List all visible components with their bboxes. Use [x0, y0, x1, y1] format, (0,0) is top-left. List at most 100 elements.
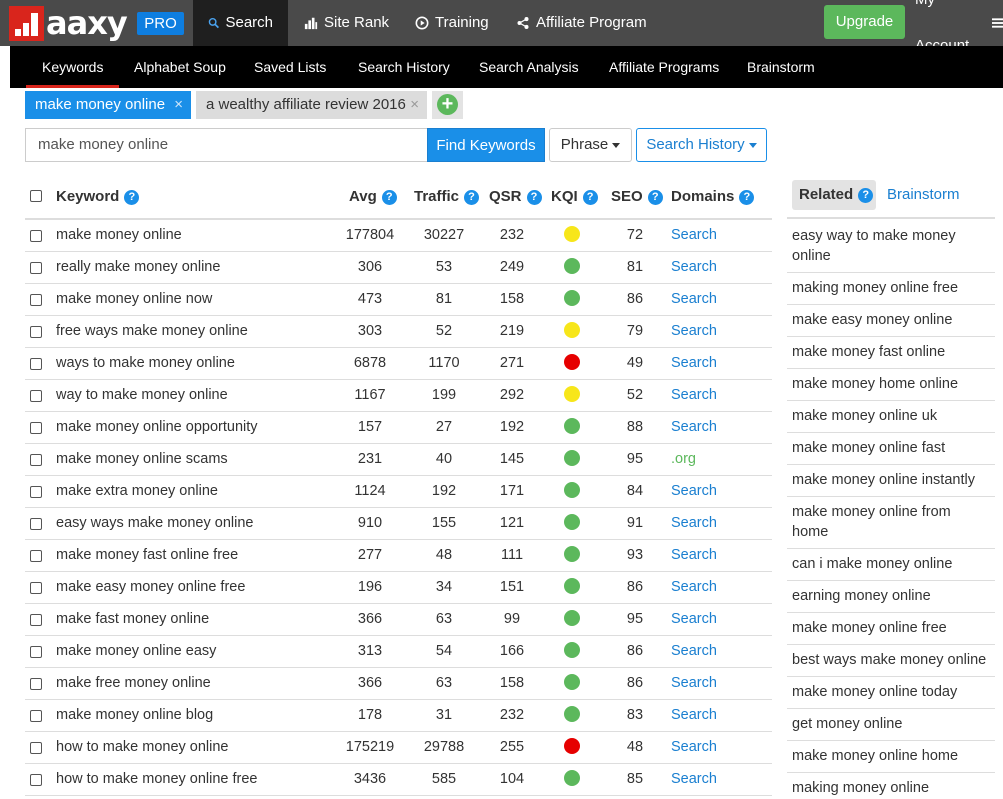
subnav-keywords[interactable]: Keywords: [26, 46, 120, 88]
table-row[interactable]: make money online blog 178 31 232 83 Search: [25, 700, 772, 732]
related-keyword-item[interactable]: earning money online: [787, 581, 995, 613]
keyword-cell[interactable]: make money online now: [56, 284, 212, 315]
row-checkbox[interactable]: [30, 550, 42, 562]
related-keyword-item[interactable]: make money home online: [787, 369, 995, 401]
keyword-cell[interactable]: make money online opportunity: [56, 412, 258, 443]
topnav-affiliate-program[interactable]: Affiliate Program: [501, 0, 662, 46]
domains-link[interactable]: Search: [671, 732, 717, 763]
keyword-search-input[interactable]: make money online: [25, 128, 428, 162]
domains-link[interactable]: Search: [671, 252, 717, 283]
domains-link[interactable]: Search: [671, 412, 717, 443]
search-history-dropdown[interactable]: Search History: [636, 128, 767, 162]
keyword-cell[interactable]: make money online blog: [56, 700, 213, 731]
row-checkbox[interactable]: [30, 614, 42, 626]
header-domains[interactable]: Domains?: [671, 176, 755, 218]
keyword-cell[interactable]: make easy money online free: [56, 572, 245, 603]
find-keywords-button[interactable]: Find Keywords: [427, 128, 545, 162]
table-row[interactable]: ways to make money online 6878 1170 271 49 Se…: [25, 348, 772, 380]
domains-link[interactable]: Search: [671, 604, 717, 635]
help-icon[interactable]: ?: [858, 187, 874, 203]
row-checkbox[interactable]: [30, 646, 42, 658]
subnav-saved-lists[interactable]: Saved Lists: [238, 46, 342, 88]
domains-link[interactable]: Search: [671, 476, 717, 507]
keyword-cell[interactable]: easy ways make money online: [56, 508, 253, 539]
header-seo[interactable]: SEO?: [611, 176, 663, 218]
related-keyword-item[interactable]: can i make money online: [787, 549, 995, 581]
table-row[interactable]: make fast money online 366 63 99 95 Search: [25, 604, 772, 636]
search-tab-active[interactable]: make money online ×: [25, 91, 191, 119]
add-tab-button[interactable]: +: [432, 91, 463, 119]
domains-link[interactable]: Search: [671, 284, 717, 315]
close-icon[interactable]: ×: [174, 91, 183, 119]
keyword-cell[interactable]: free ways make money online: [56, 316, 248, 347]
help-icon[interactable]: ?: [582, 189, 598, 205]
related-keyword-item[interactable]: make money online from home: [787, 497, 995, 549]
keyword-cell[interactable]: make money fast online free: [56, 540, 238, 571]
row-checkbox[interactable]: [30, 710, 42, 722]
subnav-search-analysis[interactable]: Search Analysis: [463, 46, 595, 88]
domains-link[interactable]: .org: [671, 444, 696, 475]
keyword-cell[interactable]: way to make money online: [56, 380, 228, 411]
related-keyword-item[interactable]: make money online today: [787, 677, 995, 709]
table-row[interactable]: make money online 177804 30227 232 72 Search: [25, 220, 772, 252]
brainstorm-tab[interactable]: Brainstorm: [887, 180, 960, 210]
row-checkbox[interactable]: [30, 390, 42, 402]
keyword-cell[interactable]: really make money online: [56, 252, 220, 283]
table-row[interactable]: how to make money online free 3436 585 104 8…: [25, 764, 772, 796]
row-checkbox[interactable]: [30, 678, 42, 690]
logo[interactable]: aaxy: [9, 5, 128, 41]
header-qsr[interactable]: QSR?: [489, 176, 542, 218]
domains-link[interactable]: Search: [671, 220, 717, 251]
table-row[interactable]: way to make money online 1167 199 292 52 Sear…: [25, 380, 772, 412]
domains-link[interactable]: Search: [671, 508, 717, 539]
phrase-dropdown[interactable]: Phrase: [549, 128, 632, 162]
table-row[interactable]: make money online easy 313 54 166 86 Search: [25, 636, 772, 668]
subnav-search-history[interactable]: Search History: [342, 46, 466, 88]
header-avg[interactable]: Avg?: [349, 176, 397, 218]
header-traffic[interactable]: Traffic?: [414, 176, 480, 218]
row-checkbox[interactable]: [30, 518, 42, 530]
row-checkbox[interactable]: [30, 774, 42, 786]
search-tab[interactable]: a wealthy affiliate review 2016 ×: [196, 91, 427, 119]
domains-link[interactable]: Search: [671, 764, 717, 795]
table-row[interactable]: make easy money online free 196 34 151 86 Sea…: [25, 572, 772, 604]
related-keyword-item[interactable]: make money online home: [787, 741, 995, 773]
related-keyword-item[interactable]: making money online free: [787, 273, 995, 305]
header-kqi[interactable]: KQI?: [551, 176, 598, 218]
keyword-cell[interactable]: how to make money online free: [56, 764, 258, 795]
domains-link[interactable]: Search: [671, 700, 717, 731]
row-checkbox[interactable]: [30, 582, 42, 594]
related-keyword-item[interactable]: easy way to make money online: [787, 221, 995, 273]
related-keyword-item[interactable]: make money fast online: [787, 337, 995, 369]
my-account-menu[interactable]: My Account: [915, 0, 1003, 54]
keyword-cell[interactable]: make fast money online: [56, 604, 209, 635]
topnav-search[interactable]: Search: [193, 0, 288, 46]
keyword-cell[interactable]: make money online scams: [56, 444, 228, 475]
keyword-cell[interactable]: ways to make money online: [56, 348, 235, 379]
related-keyword-item[interactable]: get money online: [787, 709, 995, 741]
topnav-site-rank[interactable]: Site Rank: [289, 0, 404, 46]
header-keyword[interactable]: Keyword?: [56, 176, 140, 218]
table-row[interactable]: make money fast online free 277 48 111 93 Sea…: [25, 540, 772, 572]
row-checkbox[interactable]: [30, 742, 42, 754]
table-row[interactable]: make money online scams 231 40 145 95 .org: [25, 444, 772, 476]
keyword-cell[interactable]: make money online easy: [56, 636, 216, 667]
subnav-affiliate-programs[interactable]: Affiliate Programs: [593, 46, 735, 88]
row-checkbox[interactable]: [30, 326, 42, 338]
keyword-cell[interactable]: make free money online: [56, 668, 211, 699]
help-icon[interactable]: ?: [526, 189, 542, 205]
help-icon[interactable]: ?: [381, 189, 397, 205]
help-icon[interactable]: ?: [647, 189, 663, 205]
row-checkbox[interactable]: [30, 358, 42, 370]
domains-link[interactable]: Search: [671, 540, 717, 571]
row-checkbox[interactable]: [30, 486, 42, 498]
keyword-cell[interactable]: make money online: [56, 220, 182, 251]
related-keyword-item[interactable]: make money online fast: [787, 433, 995, 465]
table-row[interactable]: easy ways make money online 910 155 121 91 Se…: [25, 508, 772, 540]
domains-link[interactable]: Search: [671, 348, 717, 379]
row-checkbox[interactable]: [30, 294, 42, 306]
row-checkbox[interactable]: [30, 262, 42, 274]
subnav-alphabet-soup[interactable]: Alphabet Soup: [118, 46, 242, 88]
subnav-brainstorm[interactable]: Brainstorm: [731, 46, 831, 88]
upgrade-button[interactable]: Upgrade: [824, 5, 905, 39]
